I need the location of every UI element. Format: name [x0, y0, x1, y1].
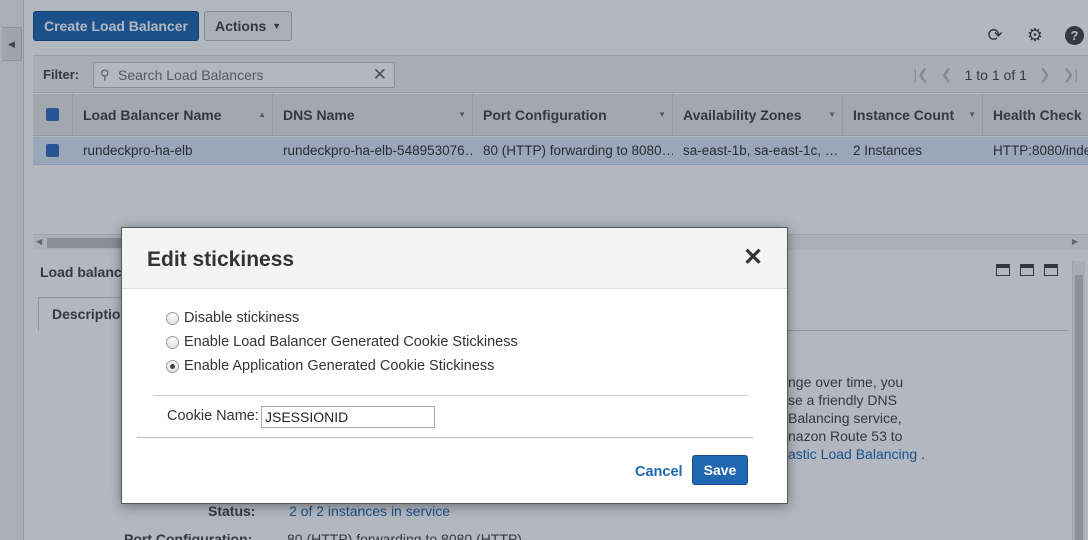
dialog-title: Edit stickiness	[147, 248, 295, 271]
radio-label: Disable stickiness	[184, 310, 300, 326]
cookie-name-input[interactable]	[261, 406, 435, 428]
cookie-name-label: Cookie Name:	[167, 408, 259, 424]
dialog-header: Edit stickiness ✕	[122, 228, 787, 289]
radio-label: Enable Load Balancer Generated Cookie St…	[184, 334, 518, 350]
divider	[154, 395, 748, 396]
radio-label: Enable Application Generated Cookie Stic…	[184, 358, 495, 374]
radio-app-cookie-stickiness[interactable]: Enable Application Generated Cookie Stic…	[166, 358, 494, 374]
radio-lb-cookie-stickiness[interactable]: Enable Load Balancer Generated Cookie St…	[166, 334, 518, 350]
radio-button[interactable]	[166, 335, 179, 349]
close-icon[interactable]: ✕	[743, 246, 763, 270]
divider	[137, 437, 753, 438]
radio-button-checked[interactable]	[166, 359, 179, 373]
save-button[interactable]: Save	[692, 455, 748, 485]
cancel-button[interactable]: Cancel	[635, 464, 683, 480]
edit-stickiness-dialog: Edit stickiness ✕ Disable stickiness Ena…	[121, 227, 788, 504]
radio-button[interactable]	[166, 311, 179, 325]
radio-disable-stickiness[interactable]: Disable stickiness	[166, 310, 299, 326]
